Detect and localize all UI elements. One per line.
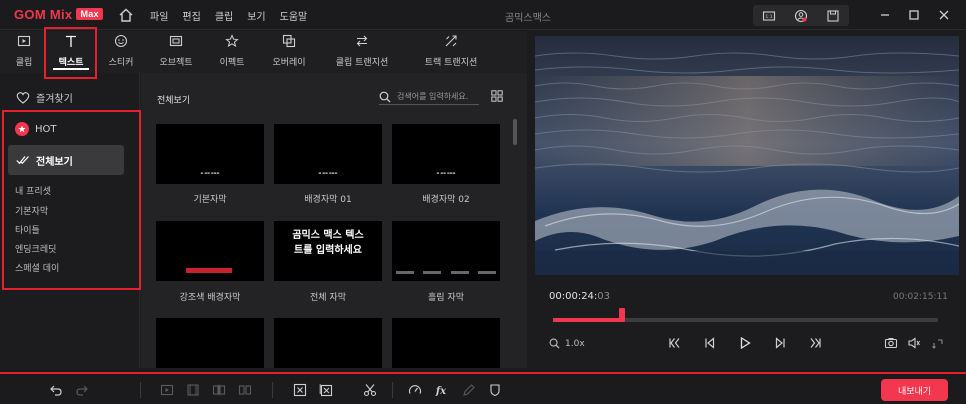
template-grid: 전체보기 ▬ ▬▬ ▬▬▬ 기본자막 ▬ ▬▬ ▬▬▬ 배경자막 01 ▬ ▬▬…	[141, 73, 527, 368]
seek-handle[interactable]	[619, 308, 626, 322]
account-icon[interactable]	[794, 9, 808, 23]
tab-clip[interactable]: 클립	[0, 31, 48, 73]
template-label: 전체 자막	[310, 293, 346, 303]
effect-icon	[225, 34, 239, 48]
minimize-icon[interactable]	[877, 7, 893, 23]
tab-sticker[interactable]: 스티커	[94, 31, 148, 73]
template-thumbnail-roll[interactable]	[392, 221, 500, 281]
video-preview[interactable]	[535, 36, 959, 275]
speed-icon[interactable]	[408, 383, 422, 397]
template-label: 흘림 자막	[428, 293, 464, 303]
zoom-control[interactable]: 1.0x	[549, 338, 585, 349]
tab-object[interactable]: 오브젝트	[148, 31, 204, 73]
template-thumbnail-basic[interactable]: ▬ ▬▬ ▬▬▬	[156, 124, 264, 184]
next-frame-icon[interactable]	[773, 336, 787, 350]
volume-icon[interactable]	[907, 336, 921, 350]
film-strip-icon[interactable]	[186, 383, 200, 397]
template-label: 배경자막 02	[422, 195, 470, 205]
grid-scrollbar[interactable]	[513, 119, 517, 145]
svg-text:fx: fx	[435, 386, 447, 397]
thumbnail-sample-text: 곰믹스 맥스 텍스트를 입력하세요	[292, 230, 364, 256]
object-icon	[169, 35, 183, 47]
clip-transition-icon	[356, 35, 368, 47]
save-icon[interactable]	[826, 9, 840, 23]
search-input[interactable]	[397, 92, 477, 101]
seek-progress	[553, 318, 623, 322]
track-transition-icon	[445, 35, 457, 47]
tab-track-transition[interactable]: 트랙 트랜지션	[406, 31, 496, 73]
sticker-icon	[114, 34, 128, 48]
zoom-icon	[549, 338, 560, 349]
timeline-toolbar: fx 내보내기	[0, 372, 966, 404]
sidebar-highlight	[2, 110, 141, 290]
fullscreen-icon[interactable]	[930, 336, 944, 350]
mask-shield-icon[interactable]	[488, 383, 502, 397]
skip-to-end-icon[interactable]	[808, 336, 822, 350]
template-thumbnail-full[interactable]: 곰믹스 맥스 텍스트를 입력하세요	[274, 221, 382, 281]
maximize-icon[interactable]	[906, 7, 922, 23]
redo-icon[interactable]	[75, 383, 89, 397]
tab-overlay[interactable]: 오버레이	[260, 31, 318, 73]
merge-clip-icon[interactable]	[238, 383, 252, 397]
content-title: 전체보기	[157, 96, 191, 106]
title-bar: GOM Mix Max 파일 편집 클립 보기 도움말 곰믹스맥스 1:1	[0, 0, 966, 30]
tab-clip-transition[interactable]: 클립 트랜지션	[318, 31, 406, 73]
pen-icon[interactable]	[462, 383, 476, 397]
tab-effect[interactable]: 이펙트	[204, 31, 260, 73]
template-thumbnail[interactable]	[274, 318, 382, 368]
add-clip-icon[interactable]	[160, 383, 174, 397]
aspect-ratio-icon[interactable]: 1:1	[762, 9, 776, 23]
svg-text:1:1: 1:1	[765, 14, 772, 20]
template-label: 강조색 배경자막	[179, 293, 241, 303]
template-thumbnail-bg-02[interactable]: ▬ ▬▬ ▬▬▬	[392, 124, 500, 184]
split-clip-icon[interactable]	[212, 383, 226, 397]
undo-icon[interactable]	[49, 383, 63, 397]
title-tools: 1:1	[753, 5, 849, 26]
heart-icon	[16, 92, 30, 104]
skip-to-start-icon[interactable]	[668, 336, 682, 350]
overlay-icon	[282, 34, 296, 48]
text-tab-highlight	[44, 27, 97, 79]
current-time: 00:00:24:03	[549, 291, 611, 302]
total-time: 00:02:15:11	[893, 292, 948, 302]
template-label: 배경자막 01	[304, 195, 352, 205]
play-icon[interactable]	[738, 336, 752, 350]
seek-bar[interactable]	[553, 308, 938, 322]
search-box	[379, 89, 479, 105]
grid-view-icon[interactable]	[491, 90, 503, 102]
delete-all-icon[interactable]	[319, 383, 333, 397]
close-icon[interactable]	[936, 7, 952, 23]
snapshot-icon[interactable]	[884, 336, 898, 350]
template-thumbnail[interactable]	[156, 318, 264, 368]
search-icon[interactable]	[379, 91, 391, 103]
ocean-waves-image	[535, 36, 959, 275]
clip-icon	[17, 35, 31, 47]
favorites-item[interactable]: 즐겨찾기	[16, 90, 73, 105]
template-thumbnail-bg-01[interactable]: ▬ ▬▬ ▬▬▬	[274, 124, 382, 184]
template-thumbnail[interactable]	[392, 318, 500, 368]
previous-frame-icon[interactable]	[703, 336, 717, 350]
function-fx-icon[interactable]: fx	[434, 383, 448, 397]
template-label: 기본자막	[193, 195, 227, 205]
export-button[interactable]: 내보내기	[881, 379, 948, 401]
delete-selected-icon[interactable]	[293, 383, 307, 397]
template-thumbnail-accent-bg[interactable]	[156, 221, 264, 281]
cut-icon[interactable]	[363, 383, 377, 397]
